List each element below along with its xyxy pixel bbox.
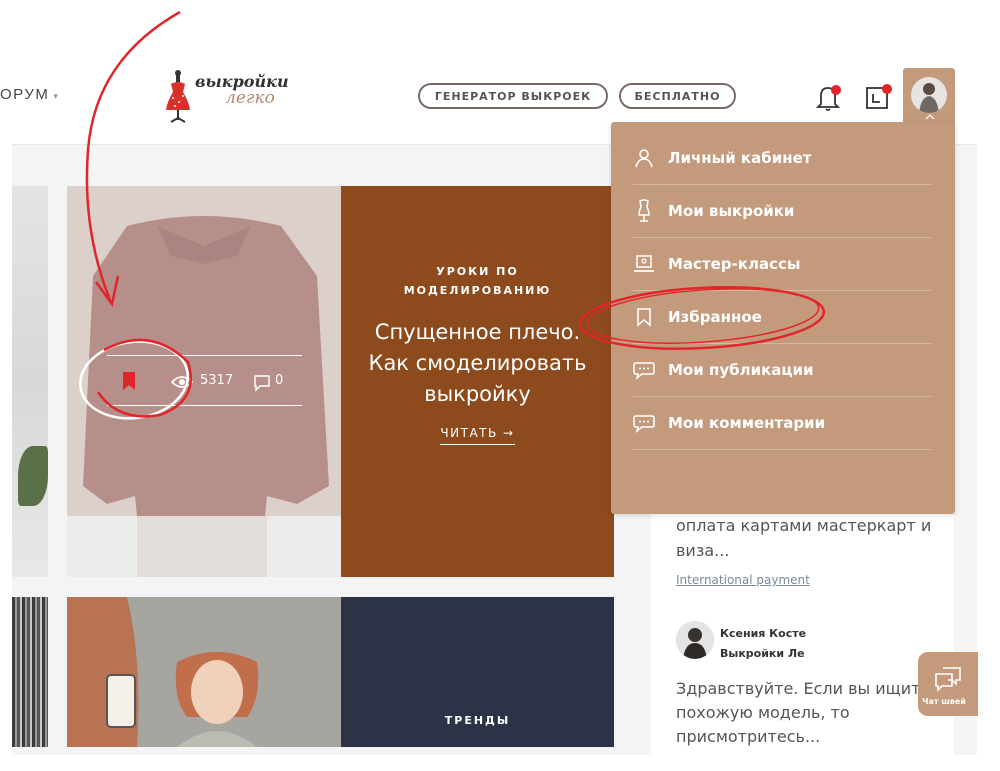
chat-icon — [935, 667, 961, 692]
article-card-panel[interactable]: ТРЕНДЫ — [341, 597, 614, 747]
bookmark-icon[interactable] — [120, 370, 138, 392]
article-image-woman[interactable] — [67, 597, 341, 747]
divider — [107, 355, 302, 356]
menu-item-favorites[interactable]: Избранное — [633, 291, 931, 344]
avatar — [911, 77, 947, 113]
chat-bubble-icon — [633, 412, 655, 434]
menu-item-account[interactable]: Личный кабинет — [633, 132, 931, 185]
comment-icon — [254, 375, 270, 392]
article-image-partial[interactable] — [12, 186, 48, 577]
laptop-icon — [633, 253, 655, 275]
user-menu-toggle[interactable] — [903, 68, 955, 124]
chevron-down-icon: ▾ — [53, 91, 60, 101]
menu-item-label: Личный кабинет — [668, 149, 812, 167]
chat-button[interactable]: Чат швей — [918, 652, 978, 716]
divider — [107, 405, 302, 406]
mannequin-icon — [633, 199, 655, 222]
comment-author[interactable]: Ксения Косте Выкройки Ле — [720, 624, 808, 664]
bookmark-icon — [633, 306, 655, 328]
comment-text: оплата картами мастеркарт и виза... — [676, 516, 932, 560]
menu-item-my-patterns[interactable]: Мои выкройки — [633, 185, 931, 238]
comments-count: 0 — [275, 373, 284, 388]
article-card-panel[interactable]: УРОКИ ПО МОДЕЛИРОВАНИЮ Спущенное плечо. … — [341, 186, 614, 577]
article-category: ТРЕНДЫ — [444, 714, 511, 727]
free-button[interactable]: БЕСПЛАТНО — [619, 83, 736, 109]
read-link[interactable]: ЧИТАТЬ → — [440, 426, 515, 445]
logo-text-bottom: легко — [225, 88, 275, 108]
menu-item-label: Избранное — [668, 308, 762, 326]
article-category: УРОКИ ПО МОДЕЛИРОВАНИЮ — [403, 265, 552, 297]
site-logo[interactable]: выкройки легко — [163, 68, 298, 126]
avatar — [676, 621, 714, 659]
eye-icon — [171, 376, 193, 388]
user-dropdown-menu: Личный кабинет Мои выкройки Мастер-класс… — [611, 122, 955, 514]
article-title[interactable]: Спущенное плечо. Как смоделировать выкро… — [341, 317, 614, 410]
cart-icon[interactable] — [864, 82, 894, 112]
nav-forum[interactable]: ОРУМ ▾ — [0, 86, 59, 103]
chat-button-label: Чат швей — [922, 697, 966, 706]
comment-text: Здравствуйте. Если вы ищите похожую моде… — [676, 679, 931, 746]
menu-item-my-publications[interactable]: Мои публикации — [633, 344, 931, 397]
menu-item-label: Мои публикации — [668, 361, 814, 379]
article-image-partial[interactable] — [12, 597, 48, 747]
menu-item-my-comments[interactable]: Мои комментарии — [633, 397, 931, 450]
user-icon — [633, 147, 655, 169]
mannequin-logo-icon — [166, 70, 190, 123]
menu-item-master-classes[interactable]: Мастер-классы — [633, 238, 931, 291]
chevron-up-icon — [925, 114, 935, 120]
views-count: 5317 — [200, 373, 234, 388]
chat-bubble-icon — [633, 359, 655, 381]
menu-item-label: Мои выкройки — [668, 202, 795, 220]
bell-icon[interactable] — [815, 82, 843, 112]
pattern-generator-button[interactable]: ГЕНЕРАТОР ВЫКРОЕК — [418, 83, 608, 109]
menu-item-label: Мои комментарии — [668, 414, 826, 432]
menu-item-label: Мастер-классы — [668, 255, 801, 273]
comment-article-link[interactable]: International payment — [676, 573, 810, 587]
